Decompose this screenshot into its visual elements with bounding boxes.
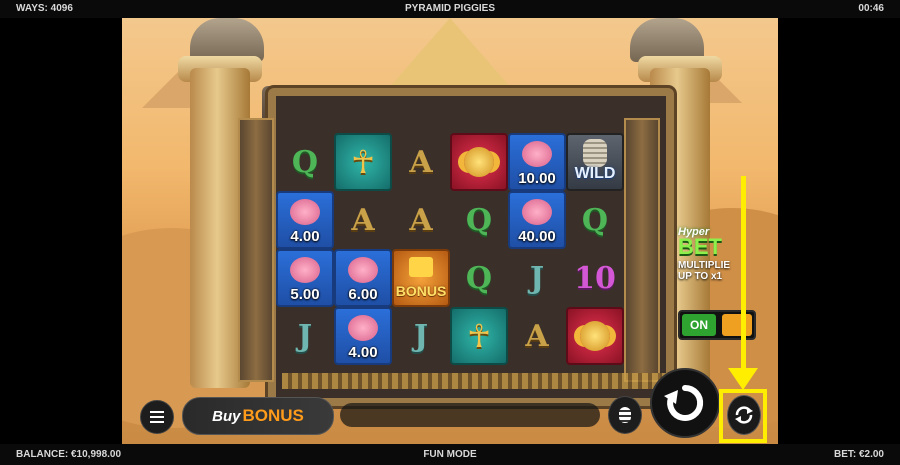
menu-button[interactable] bbox=[140, 400, 174, 434]
annotation-arrow-shaft bbox=[741, 176, 746, 372]
symbol-piggy-coin: 40.00 bbox=[508, 191, 566, 249]
scarab-icon bbox=[580, 321, 610, 351]
symbol-q: Q bbox=[276, 133, 334, 191]
piggy-value: 6.00 bbox=[348, 286, 378, 303]
symbol-letter: A bbox=[525, 318, 549, 354]
symbol-ankh: ☥ bbox=[334, 133, 392, 191]
top-status-bar: WAYS: 4096 PYRAMID PIGGIES 00:46 bbox=[0, 0, 900, 18]
bonus-tile: BONUS bbox=[392, 249, 450, 307]
symbol-letter: A bbox=[409, 202, 433, 238]
piggy-tile: 4.00 bbox=[334, 307, 392, 365]
bet-amount: BET: €2.00 bbox=[833, 449, 884, 460]
ankh-icon: ☥ bbox=[467, 318, 491, 354]
piggy-value: 5.00 bbox=[290, 286, 320, 303]
symbol-letter: Q bbox=[291, 144, 319, 180]
symbol-10: 10 bbox=[566, 249, 624, 307]
mummy-pig-icon bbox=[583, 139, 607, 167]
symbol-letter: A bbox=[409, 144, 433, 180]
spin-button[interactable] bbox=[650, 368, 720, 438]
symbol-q: Q bbox=[450, 249, 508, 307]
symbol-bonus: BONUS bbox=[392, 249, 450, 307]
symbol-scarab bbox=[450, 133, 508, 191]
piggy-tile: 10.00 bbox=[508, 133, 566, 191]
annotation-arrow-head bbox=[728, 368, 758, 390]
play-mode: FUN MODE bbox=[423, 449, 477, 460]
symbol-piggy-coin: 5.00 bbox=[276, 249, 334, 307]
ankh-tile: ☥ bbox=[450, 307, 508, 365]
annotation-highlight-box bbox=[719, 389, 767, 443]
reel-grid: Q 4.00 5.00 J ☥ A 6.00 4.00 A A BONUS J Q Q ☥ 10.00 40.0… bbox=[276, 133, 624, 371]
piggy-tile: 6.00 bbox=[334, 249, 392, 307]
symbol-letter: J bbox=[413, 318, 429, 354]
symbol-ankh: ☥ bbox=[450, 307, 508, 365]
symbol-piggy-coin: 4.00 bbox=[276, 191, 334, 249]
ankh-tile: ☥ bbox=[334, 133, 392, 191]
symbol-j: J bbox=[508, 249, 566, 307]
treasure-box-icon bbox=[409, 257, 433, 277]
scarab-icon bbox=[464, 147, 494, 177]
hieroglyph-strip bbox=[282, 373, 682, 389]
wild-label: WILD bbox=[574, 165, 616, 182]
symbol-letter: J bbox=[297, 318, 313, 354]
symbol-wild: WILD bbox=[566, 133, 624, 191]
symbol-letter: Q bbox=[465, 202, 493, 238]
symbol-piggy-coin: 6.00 bbox=[334, 249, 392, 307]
buy-bonus-button[interactable]: Buy BONUS bbox=[182, 397, 334, 435]
hamburger-menu-icon bbox=[150, 416, 164, 418]
symbol-q: Q bbox=[566, 191, 624, 249]
hieroglyph-column-left bbox=[238, 118, 274, 382]
symbol-scarab bbox=[566, 307, 624, 365]
pig-icon bbox=[290, 199, 320, 225]
piggy-tile: 4.00 bbox=[276, 191, 334, 249]
symbol-piggy-coin: 4.00 bbox=[334, 307, 392, 365]
piggy-value: 40.00 bbox=[518, 228, 556, 245]
symbol-letter: Q bbox=[581, 202, 609, 238]
symbol-a: A bbox=[392, 133, 450, 191]
symbol-letter: 10 bbox=[574, 260, 616, 296]
pig-icon bbox=[348, 315, 378, 341]
symbol-letter: A bbox=[351, 202, 375, 238]
piggy-value: 4.00 bbox=[348, 344, 378, 361]
scarab-tile bbox=[566, 307, 624, 365]
piggy-value: 10.00 bbox=[518, 170, 556, 187]
bonus-label: BONUS bbox=[242, 406, 304, 425]
control-bar bbox=[340, 403, 600, 427]
clock: 00:46 bbox=[858, 3, 884, 14]
game-title: PYRAMID PIGGIES bbox=[404, 3, 495, 14]
hieroglyph-column-right bbox=[624, 118, 660, 382]
pig-icon bbox=[348, 257, 378, 283]
symbol-a: A bbox=[508, 307, 566, 365]
buy-label: Buy bbox=[212, 407, 241, 425]
pig-icon bbox=[290, 257, 320, 283]
symbol-piggy-coin: 10.00 bbox=[508, 133, 566, 191]
symbol-q: Q bbox=[450, 191, 508, 249]
pig-icon bbox=[522, 199, 552, 225]
piggy-tile: 40.00 bbox=[508, 191, 566, 249]
wild-tile: WILD bbox=[566, 133, 624, 191]
piggy-tile: 5.00 bbox=[276, 249, 334, 307]
coin-stack-icon bbox=[619, 407, 631, 423]
bottom-status-bar: BALANCE: €10,998.00 FUN MODE BET: €2.00 bbox=[0, 444, 900, 465]
pig-icon bbox=[522, 141, 552, 167]
symbol-letter: Q bbox=[465, 260, 493, 296]
symbol-j: J bbox=[276, 307, 334, 365]
ankh-icon: ☥ bbox=[351, 144, 375, 180]
toggle-on-label: ON bbox=[682, 314, 716, 336]
bonus-symbol-label: BONUS bbox=[395, 283, 447, 299]
spin-arrow-icon bbox=[664, 384, 704, 421]
symbol-a: A bbox=[334, 191, 392, 249]
symbol-j: J bbox=[392, 307, 450, 365]
toggle-knob bbox=[722, 314, 752, 336]
piggy-value: 4.00 bbox=[290, 228, 320, 245]
scarab-tile bbox=[450, 133, 508, 191]
stake-button[interactable] bbox=[608, 396, 642, 434]
symbol-letter: J bbox=[529, 260, 545, 296]
symbol-a: A bbox=[392, 191, 450, 249]
